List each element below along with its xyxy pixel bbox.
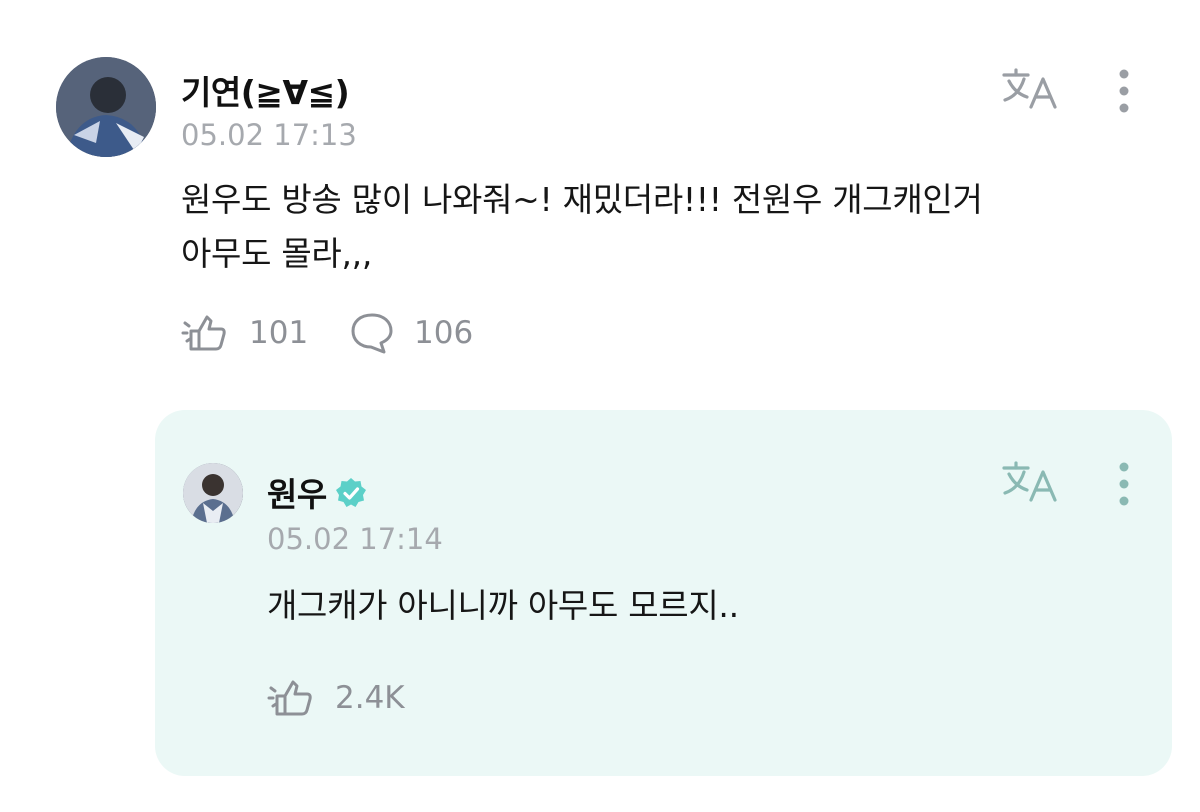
comment: 기연(≧∀≦) 05.02 17:13 원우도 방송 많이 나와줘~! 재밌더라… [0,0,1200,400]
reply-like-count: 2.4K [335,680,405,716]
reply-count: 106 [414,315,474,351]
comment-timestamp: 05.02 17:13 [181,118,357,152]
verified-badge-icon [335,477,367,517]
translate-icon[interactable] [1001,67,1059,111]
like-icon [181,315,226,351]
reply-author-avatar[interactable] [183,463,243,523]
author-avatar[interactable] [56,57,156,157]
reply-translate-icon[interactable] [1001,460,1059,504]
reply-bubble-icon [351,313,393,354]
reply-like-button[interactable]: 2.4K [267,676,405,720]
reply-author-name[interactable]: 원우 [267,468,367,517]
reply-button[interactable]: 106 [350,311,473,355]
reply-more-vertical-icon[interactable] [1114,461,1134,507]
more-vertical-icon[interactable] [1114,68,1134,114]
reply-like-icon [267,680,312,716]
author-name[interactable]: 기연(≧∀≦) [181,66,350,114]
reply-avatar-photo [183,463,243,523]
avatar-photo [56,57,156,157]
like-count: 101 [249,315,309,351]
reply-card: 원우 05.02 17:14 개그캐가 아니니까 아무도 모르지.. 2.4K [155,410,1172,776]
comment-text-line-2: 아무도 몰라,,, [181,234,373,273]
reply-author-label: 원우 [267,475,327,514]
reply-timestamp: 05.02 17:14 [267,522,443,556]
like-button[interactable]: 101 [181,311,308,355]
comment-text: 원우도 방송 많이 나와줘~! 재밌더라!!! 전원우 개그캐인거 아무도 몰라… [181,173,983,281]
reply-text: 개그캐가 아니니까 아무도 모르지.. [267,586,739,625]
comment-text-line-1: 원우도 방송 많이 나와줘~! 재밌더라!!! 전원우 개그캐인거 [181,180,983,219]
